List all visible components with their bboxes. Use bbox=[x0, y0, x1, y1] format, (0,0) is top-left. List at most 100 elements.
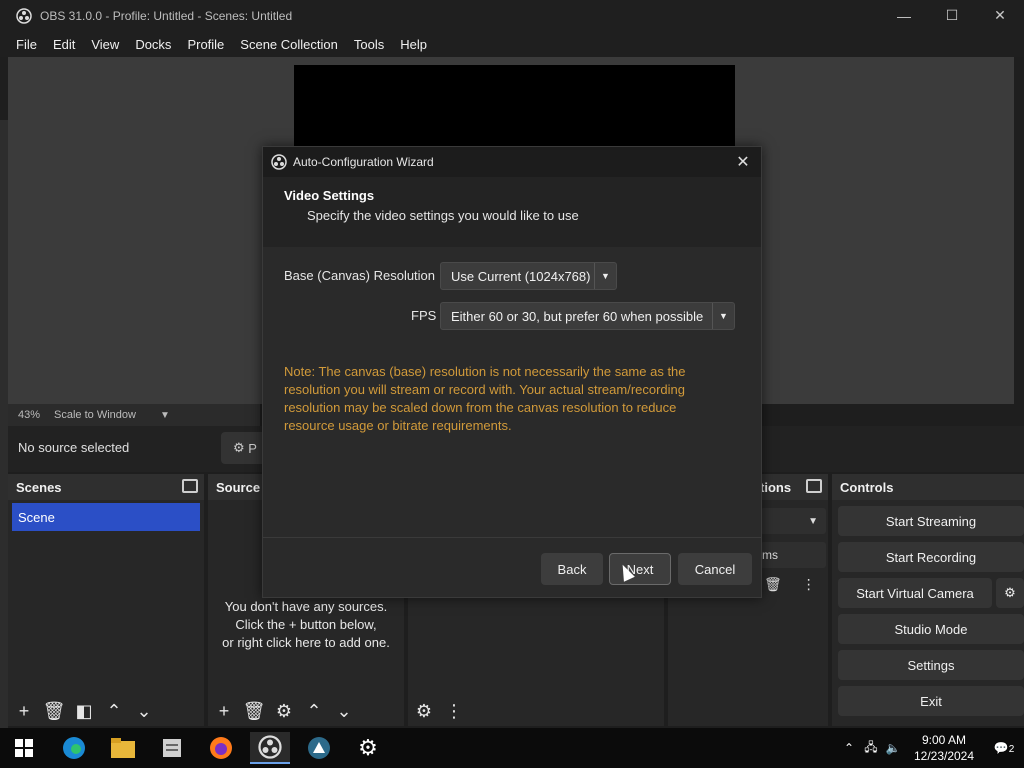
mixer-dock-footer: ⚙ ⋮ bbox=[408, 696, 664, 726]
taskbar: ⚙ ⌃ 🖧 🔈 9:00 AM 12/23/2024 💬2 bbox=[0, 728, 1024, 768]
transition-duration-field[interactable]: ms bbox=[760, 542, 826, 568]
fps-value: Either 60 or 30, but prefer 60 when poss… bbox=[451, 308, 704, 324]
scene-list-item[interactable]: Scene bbox=[12, 503, 200, 531]
start-streaming-button[interactable]: Start Streaming bbox=[838, 506, 1024, 536]
exit-button[interactable]: Exit bbox=[838, 686, 1024, 716]
gear-icon: ⚙ bbox=[233, 440, 245, 455]
obs-taskbar-icon[interactable] bbox=[250, 732, 290, 764]
add-scene-icon[interactable]: + bbox=[14, 701, 34, 721]
clock-time: 9:00 AM bbox=[921, 733, 967, 747]
duration-unit: ms bbox=[762, 548, 778, 562]
dialog-divider bbox=[263, 537, 761, 538]
undock-icon[interactable] bbox=[806, 479, 822, 493]
dialog-titlebar: Auto-Configuration Wizard ✕ bbox=[263, 147, 761, 177]
app-icon[interactable] bbox=[299, 732, 339, 764]
scenes-dock-footer: + 🗑 ◧ ⌃ ⌄ bbox=[8, 696, 204, 726]
empty-line-3: or right click here to add one. bbox=[222, 635, 390, 650]
move-up-icon[interactable]: ⌃ bbox=[304, 701, 324, 721]
menu-edit[interactable]: Edit bbox=[45, 37, 83, 52]
network-icon[interactable]: 🖧 bbox=[860, 738, 882, 759]
back-button[interactable]: Back bbox=[541, 553, 603, 585]
minimize-button[interactable]: — bbox=[880, 0, 928, 31]
transition-select[interactable]: ▼ bbox=[760, 508, 826, 534]
resolution-value: Use Current (1024x768) bbox=[451, 268, 591, 284]
chevron-down-icon[interactable]: ▼ bbox=[160, 410, 170, 421]
menu-docks[interactable]: Docks bbox=[127, 37, 179, 52]
move-down-icon[interactable]: ⌄ bbox=[134, 701, 154, 721]
add-source-icon[interactable]: + bbox=[214, 701, 234, 721]
chevron-down-icon: ▼ bbox=[594, 263, 616, 289]
transitions-dock-title: tions bbox=[760, 479, 792, 495]
firefox-icon[interactable] bbox=[201, 732, 241, 764]
controls-dock-title: Controls bbox=[840, 479, 894, 495]
remove-transition-icon[interactable]: 🗑 bbox=[764, 576, 782, 593]
window-title: OBS 31.0.0 - Profile: Untitled - Scenes:… bbox=[40, 8, 293, 23]
move-up-icon[interactable]: ⌃ bbox=[104, 701, 124, 721]
menu-tools[interactable]: Tools bbox=[346, 37, 392, 52]
zoom-level: 43% bbox=[18, 409, 41, 421]
maximize-button[interactable]: ☐ bbox=[928, 0, 976, 31]
menu-view[interactable]: View bbox=[83, 37, 127, 52]
empty-line-2: Click the + button below, bbox=[235, 617, 377, 632]
move-down-icon[interactable]: ⌄ bbox=[334, 701, 354, 721]
notepad-icon[interactable] bbox=[152, 732, 192, 764]
system-tray: ⌃ 🖧 🔈 9:00 AM 12/23/2024 💬2 bbox=[838, 728, 1024, 768]
controls-dock-header: Controls bbox=[832, 474, 1024, 500]
more-options-icon[interactable]: ⋮ bbox=[802, 576, 816, 593]
obs-logo-icon bbox=[16, 7, 32, 24]
page-subtitle: Specify the video settings you would lik… bbox=[307, 208, 579, 223]
close-button[interactable]: ✕ bbox=[976, 0, 1024, 31]
edge-browser-icon[interactable] bbox=[54, 732, 94, 764]
remove-source-icon[interactable]: 🗑 bbox=[243, 701, 266, 721]
source-properties-icon[interactable]: ⚙ bbox=[274, 701, 294, 721]
notification-icon[interactable]: 💬2 bbox=[984, 741, 1024, 755]
page-title: Video Settings bbox=[284, 188, 375, 203]
chevron-up-icon[interactable]: ⌃ bbox=[838, 741, 860, 755]
filters-icon[interactable]: ◧ bbox=[74, 701, 94, 721]
empty-line-1: You don't have any sources. bbox=[224, 599, 388, 614]
window-titlebar: OBS 31.0.0 - Profile: Untitled - Scenes:… bbox=[0, 0, 1024, 31]
menu-bar: File Edit View Docks Profile Scene Colle… bbox=[0, 31, 1024, 57]
remove-scene-icon[interactable]: 🗑 bbox=[43, 701, 66, 721]
menu-profile[interactable]: Profile bbox=[179, 37, 232, 52]
notification-count: 2 bbox=[1008, 744, 1015, 755]
scale-mode-select[interactable]: Scale to Window bbox=[54, 409, 136, 421]
more-options-icon[interactable]: ⋮ bbox=[444, 701, 464, 721]
sources-empty-message[interactable]: You don't have any sources. Click the + … bbox=[208, 598, 404, 652]
menu-help[interactable]: Help bbox=[392, 37, 435, 52]
volume-muted-icon[interactable]: 🔈 bbox=[882, 741, 904, 755]
settings-button[interactable]: Settings bbox=[838, 650, 1024, 680]
scenes-dock: Scenes Scene + 🗑 ◧ ⌃ ⌄ bbox=[8, 474, 204, 726]
virtual-camera-settings-icon[interactable]: ⚙ bbox=[996, 578, 1024, 608]
studio-mode-button[interactable]: Studio Mode bbox=[838, 614, 1024, 644]
settings-gear-icon[interactable]: ⚙ bbox=[348, 732, 388, 764]
clock[interactable]: 9:00 AM 12/23/2024 bbox=[904, 732, 984, 764]
scenes-dock-header: Scenes bbox=[8, 474, 204, 500]
chevron-down-icon: ▼ bbox=[712, 303, 734, 329]
obs-logo-icon bbox=[271, 154, 287, 170]
scenes-dock-title: Scenes bbox=[16, 479, 62, 495]
fps-select[interactable]: Either 60 or 30, but prefer 60 when poss… bbox=[440, 302, 735, 330]
clock-date: 12/23/2024 bbox=[913, 749, 975, 763]
scene-item-label: Scene bbox=[18, 509, 55, 525]
chevron-down-icon: ▼ bbox=[808, 515, 818, 527]
auto-config-wizard-dialog: Auto-Configuration Wizard ✕ Video Settin… bbox=[262, 146, 762, 598]
start-virtual-camera-button[interactable]: Start Virtual Camera bbox=[838, 578, 992, 608]
resolution-note: Note: The canvas (base) resolution is no… bbox=[284, 364, 686, 433]
sources-dock-title: Source bbox=[216, 479, 261, 495]
properties-label: P bbox=[248, 440, 257, 456]
no-source-label: No source selected bbox=[18, 440, 130, 455]
left-edge bbox=[0, 120, 8, 728]
start-recording-button[interactable]: Start Recording bbox=[838, 542, 1024, 572]
menu-scene-collection[interactable]: Scene Collection bbox=[232, 37, 346, 52]
undock-icon[interactable] bbox=[182, 479, 198, 493]
dialog-close-button[interactable]: ✕ bbox=[733, 152, 753, 172]
menu-file[interactable]: File bbox=[8, 37, 45, 52]
fps-label: FPS bbox=[411, 308, 437, 323]
cancel-button[interactable]: Cancel bbox=[678, 553, 752, 585]
resolution-select[interactable]: Use Current (1024x768) ▼ bbox=[440, 262, 617, 290]
windows-start-icon[interactable] bbox=[4, 732, 44, 764]
controls-dock: Controls Start Streaming Start Recording… bbox=[832, 474, 1024, 726]
file-explorer-icon[interactable] bbox=[103, 732, 143, 764]
advanced-audio-icon[interactable]: ⚙ bbox=[414, 701, 434, 721]
